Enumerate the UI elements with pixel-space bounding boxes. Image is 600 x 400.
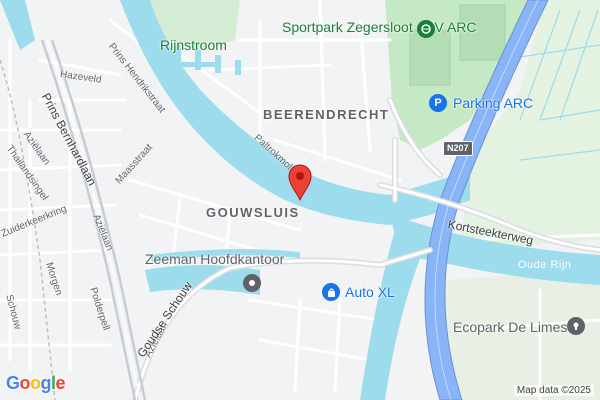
place-icon[interactable] [567,317,585,335]
road-shield-n207: N207 [443,141,473,156]
poi-label-parking[interactable]: Parking ARC [453,96,533,110]
park-area-southeast [440,270,600,400]
poi-label-autoxl[interactable]: Auto XL [345,285,395,299]
map-attribution[interactable]: Map data ©2025 [513,385,594,396]
district-label-beerendrecht: BEERENDRECHT [263,107,390,122]
logo-letter: o [30,373,41,393]
red-location-pin[interactable] [286,163,314,202]
logo-letter: o [19,373,31,393]
parking-icon[interactable]: P [429,94,447,112]
google-logo: Google [6,373,66,394]
logo-letter: e [55,373,66,393]
poi-label-sportpark[interactable]: Sportpark Zegersloot - SV ARC [282,20,477,34]
logo-letter: g [40,373,52,393]
district-label-gouwsluis: GOUWSLUIS [206,205,300,220]
poi-label-rijnstroom[interactable]: Rijnstroom [160,38,227,52]
map-viewport[interactable]: BEERENDRECHT GOUWSLUIS Sportpark Zegersl… [0,0,600,400]
poi-label-ecopark[interactable]: Ecopark De Limes [453,320,567,334]
shopping-bag-icon[interactable] [322,283,340,301]
poi-label-zeeman[interactable]: Zeeman Hoofdkantoor [145,252,284,266]
water-label-oude-rijn: Oude Rijn [518,259,572,271]
sports-complex-icon[interactable] [417,20,435,38]
logo-letter: G [6,373,20,393]
place-icon[interactable] [243,274,261,292]
